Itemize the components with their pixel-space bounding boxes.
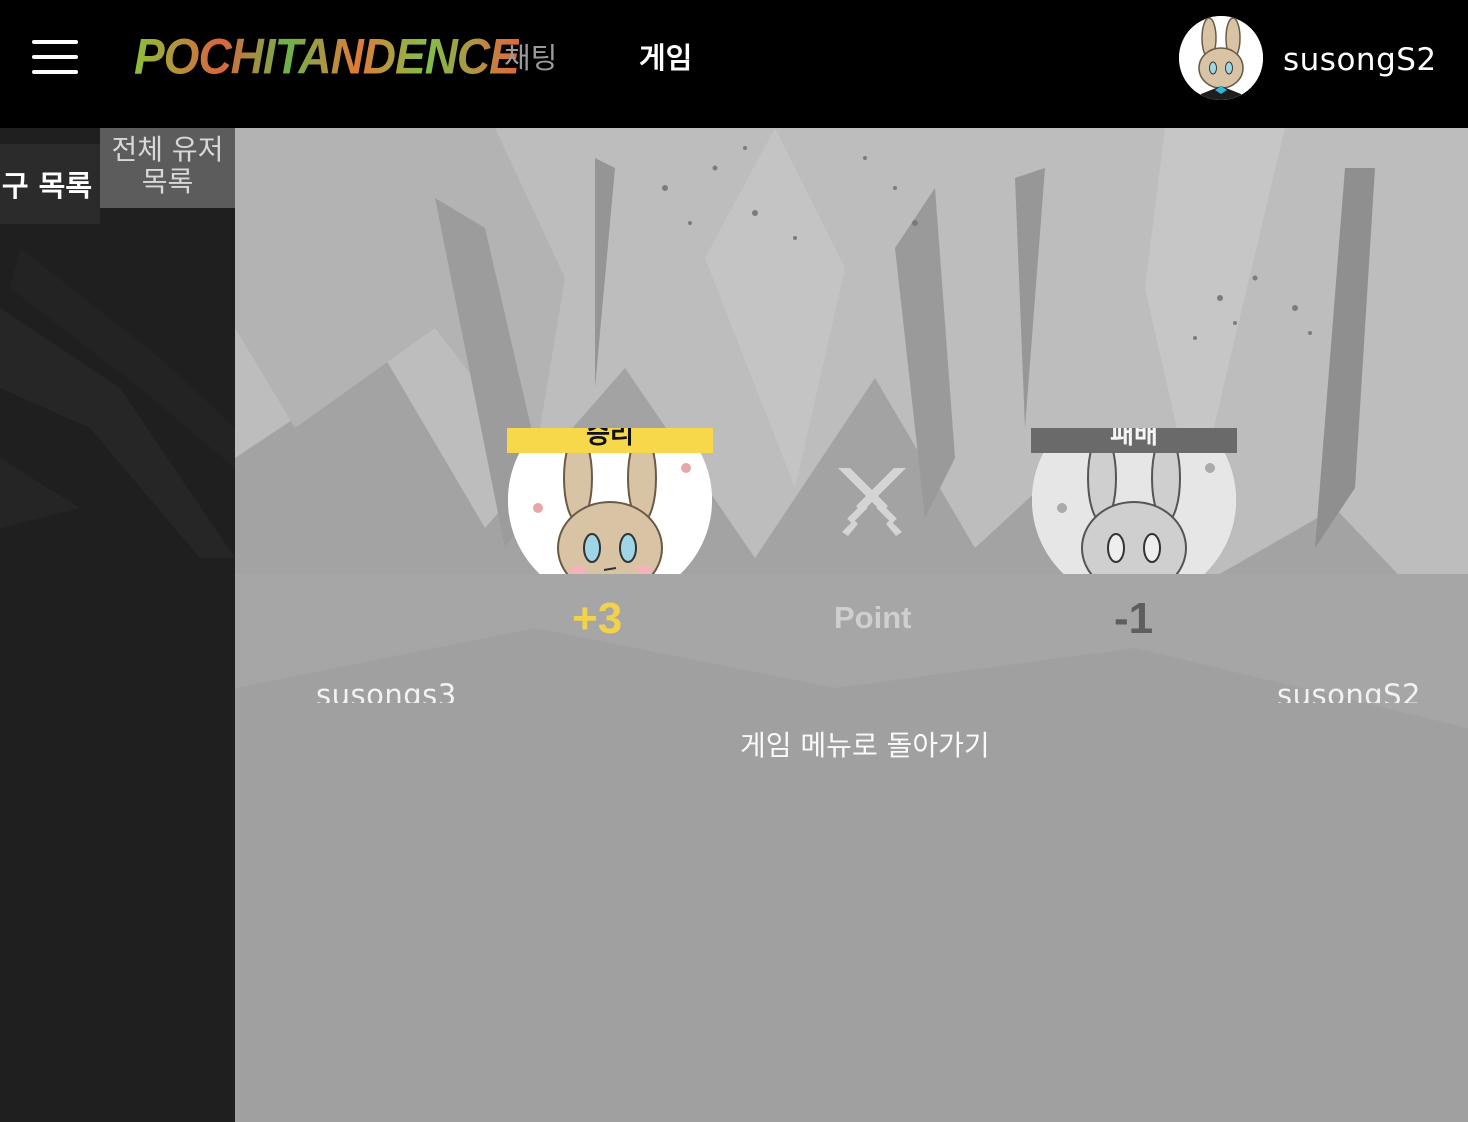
player1-result-badge: 승리	[507, 428, 713, 453]
tab-chat[interactable]: 채팅	[504, 38, 557, 78]
player2-name: susongS2	[1277, 678, 1421, 703]
player2-score: -1	[1114, 594, 1154, 643]
game-result-panel: susongs3 susongS2 승리 패배 +3 Point -1 게임 메…	[235, 128, 1468, 1122]
user-name[interactable]: susongS2	[1283, 40, 1437, 80]
friends-sidebar: 구 목록 전체 유저 목록	[0, 128, 235, 1122]
crossed-swords-icon	[838, 468, 906, 536]
user-avatar[interactable]	[1179, 16, 1263, 100]
tab-friend-list[interactable]: 구 목록	[0, 144, 100, 224]
tab-friend-list-label: 구 목록	[1, 169, 92, 203]
player1-avatar: 승리	[507, 428, 713, 574]
point-label: Point	[834, 600, 912, 635]
tab-all-users-label-line1: 전체 유저	[111, 133, 224, 166]
player1-name: susongs3	[316, 678, 457, 703]
tab-all-users[interactable]: 전체 유저 목록	[100, 128, 235, 208]
tab-all-users-label-line2: 목록	[141, 165, 194, 198]
player2-result-badge: 패배	[1031, 428, 1237, 453]
player1-score: +3	[572, 594, 623, 643]
player2-avatar: 패배	[1031, 428, 1237, 574]
top-navigation-bar: POCHITANDENCE 채팅 게임 susongS2	[0, 0, 1468, 128]
tab-game[interactable]: 게임	[639, 38, 692, 78]
app-logo[interactable]: POCHITANDENCE	[134, 26, 520, 86]
back-to-game-menu-button[interactable]: 게임 메뉴로 돌아가기	[740, 728, 990, 764]
menu-icon[interactable]	[32, 40, 78, 74]
